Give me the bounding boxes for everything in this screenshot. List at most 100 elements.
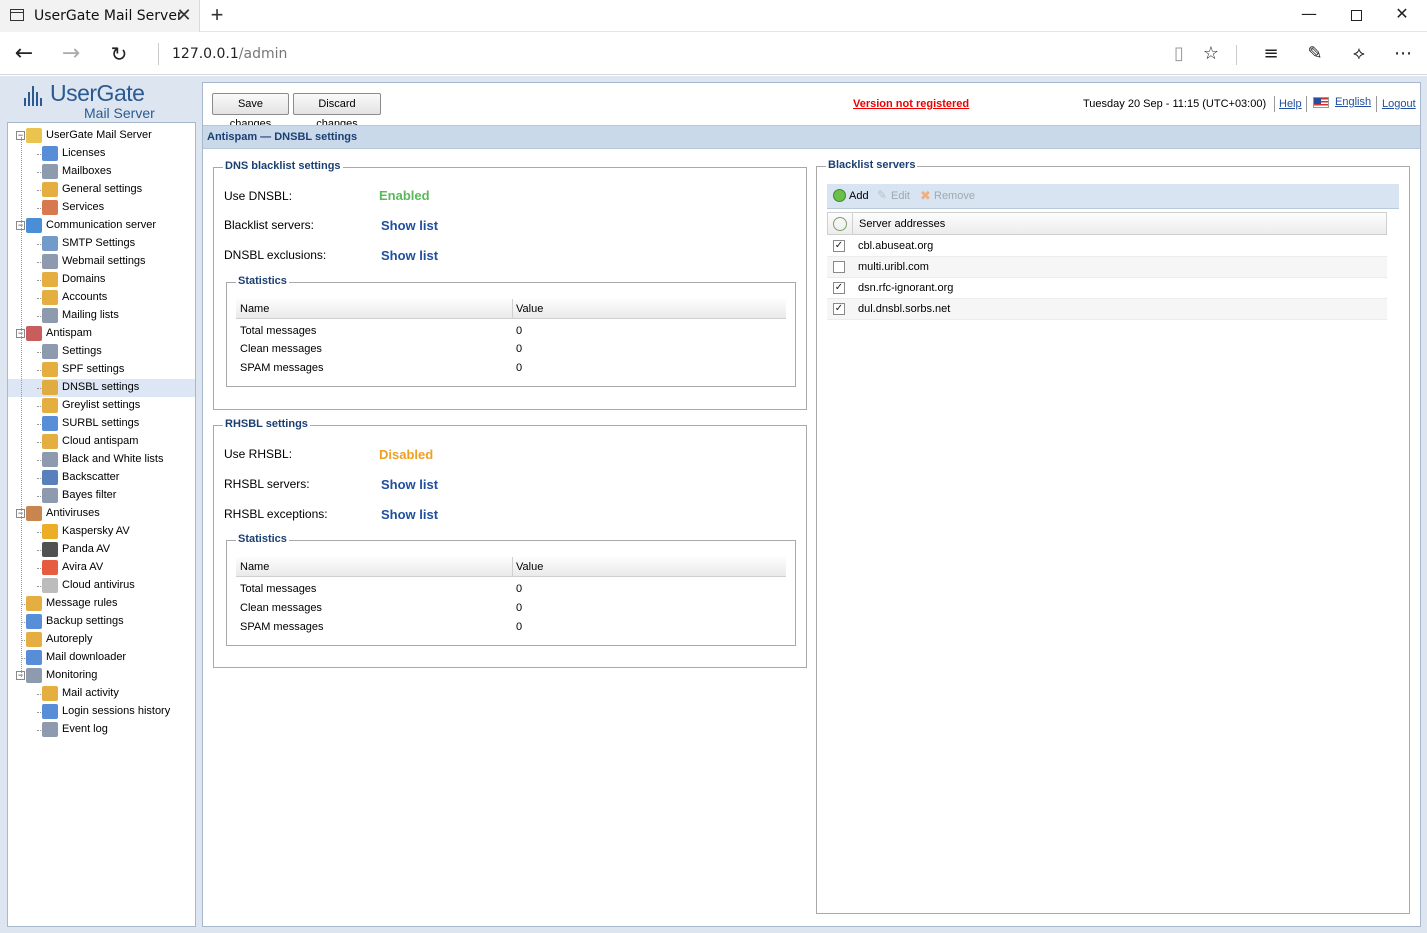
rhsbl-stat-name: Total messages <box>240 583 317 595</box>
sidebar-item[interactable]: Mailing lists <box>8 307 195 325</box>
sidebar-item[interactable]: SPF settings <box>8 361 195 379</box>
share-icon[interactable]: ⟡ <box>1346 42 1372 66</box>
row-checkbox[interactable]: ✓ <box>833 282 845 294</box>
sidebar-item[interactable]: SURBL settings <box>8 415 195 433</box>
sidebar-item[interactable]: Greylist settings <box>8 397 195 415</box>
cloud-antivirus-icon <box>42 578 58 593</box>
sidebar-item-label: Bayes filter <box>62 489 117 501</box>
use-dnsbl-value[interactable]: Enabled <box>379 188 430 203</box>
sidebar-item[interactable]: − Communication server <box>8 217 195 235</box>
save-changes-button[interactable]: Save changes <box>212 93 289 130</box>
sidebar-item-label: Services <box>62 201 105 213</box>
blacklist-row[interactable]: ✓ cbl.abuseat.org <box>827 236 1387 257</box>
sidebar-item[interactable]: Settings <box>8 343 195 361</box>
dns-stats-col-name: Name <box>240 303 270 315</box>
hub-icon[interactable]: ≡ <box>1258 42 1284 66</box>
rhsbl-servers-show-list-link[interactable]: Show list <box>381 477 438 492</box>
sidebar-item[interactable]: Cloud antispam <box>8 433 195 451</box>
main-panel: Save changes Discard changes Version not… <box>202 82 1421 927</box>
sidebar-item[interactable]: Kaspersky AV <box>8 523 195 541</box>
rhsbl-statistics-group: Statistics Name Value Total messages 0 C… <box>226 533 796 646</box>
sidebar-item[interactable]: SMTP Settings <box>8 235 195 253</box>
rhsbl-stats-col-value: Value <box>516 561 544 573</box>
select-all-check-icon[interactable] <box>833 217 847 231</box>
logout-link[interactable]: Logout <box>1382 98 1416 110</box>
sidebar-item[interactable]: Message rules <box>8 595 195 613</box>
sidebar-item[interactable]: Licenses <box>8 145 195 163</box>
sidebar-item[interactable]: Autoreply <box>8 631 195 649</box>
sidebar-item-label: Backscatter <box>62 471 120 483</box>
new-tab-icon[interactable]: + <box>206 2 228 28</box>
use-rhsbl-value[interactable]: Disabled <box>379 447 433 462</box>
browser-tab[interactable]: UserGate Mail Server ✕ <box>0 0 200 32</box>
sidebar-item-label: Panda AV <box>62 543 111 555</box>
sidebar-item[interactable]: Backscatter <box>8 469 195 487</box>
minimize-icon[interactable]: — <box>1286 4 1332 28</box>
dns-stat-value: 0 <box>516 343 523 355</box>
dns-stat-value: 0 <box>516 362 523 374</box>
sidebar-item[interactable]: Avira AV <box>8 559 195 577</box>
sidebar-item[interactable]: Accounts <box>8 289 195 307</box>
sidebar-item-label: Licenses <box>62 147 106 159</box>
sidebar-item[interactable]: − Antispam <box>8 325 195 343</box>
blacklist-row[interactable]: ✓ dul.dnsbl.sorbs.net <box>827 299 1387 320</box>
row-checkbox[interactable]: ✓ <box>833 303 845 315</box>
sidebar-item[interactable]: Black and White lists <box>8 451 195 469</box>
sidebar-item-label: SPF settings <box>62 363 125 375</box>
dnsbl-exclusions-show-list-link[interactable]: Show list <box>381 248 438 263</box>
close-tab-icon[interactable]: ✕ <box>176 5 192 26</box>
rhsbl-exceptions-show-list-link[interactable]: Show list <box>381 507 438 522</box>
sidebar-item[interactable]: Mail downloader <box>8 649 195 667</box>
language-link[interactable]: English <box>1335 96 1371 108</box>
sidebar-item[interactable]: General settings <box>8 181 195 199</box>
discard-changes-button[interactable]: Discard changes <box>293 93 381 130</box>
add-button[interactable]: Add <box>849 190 869 202</box>
blacklist-row[interactable]: multi.uribl.com <box>827 257 1387 278</box>
sidebar-item-label: Domains <box>62 273 106 285</box>
sidebar-item-label: DNSBL settings <box>62 381 140 393</box>
settings-icon <box>42 182 58 197</box>
add-icon[interactable] <box>833 189 846 202</box>
message-rules-icon <box>26 596 42 611</box>
sidebar-item[interactable]: Mailboxes <box>8 163 195 181</box>
url-field[interactable]: 127.0.0.1/admin <box>172 46 287 62</box>
back-arrow-icon[interactable]: ← <box>10 41 38 67</box>
sidebar-item[interactable]: Login sessions history <box>8 703 195 721</box>
sidebar-item[interactable]: Backup settings <box>8 613 195 631</box>
sidebar-item-label: Webmail settings <box>62 255 146 267</box>
sidebar-item[interactable]: Webmail settings <box>8 253 195 271</box>
help-link[interactable]: Help <box>1279 98 1302 110</box>
sidebar-item[interactable]: − Antiviruses <box>8 505 195 523</box>
sidebar-item-label: Cloud antivirus <box>62 579 135 591</box>
favorite-star-icon[interactable]: ☆ <box>1198 42 1224 66</box>
current-datetime: Tuesday 20 Sep - 11:15 (UTC+03:00) <box>1083 98 1267 110</box>
url-host: 127.0.0.1 <box>172 46 239 62</box>
page-icon <box>10 9 24 21</box>
sidebar-item[interactable]: Mail activity <box>8 685 195 703</box>
sidebar-item[interactable]: − Monitoring <box>8 667 195 685</box>
blacklist-row[interactable]: ✓ dsn.rfc-ignorant.org <box>827 278 1387 299</box>
row-checkbox[interactable]: ✓ <box>833 240 845 252</box>
maximize-icon[interactable] <box>1333 4 1379 28</box>
blacklist-servers-show-list-link[interactable]: Show list <box>381 218 438 233</box>
close-window-icon[interactable]: ✕ <box>1379 4 1425 28</box>
reading-view-icon[interactable]: ▯ <box>1166 42 1192 66</box>
separator <box>1376 96 1377 112</box>
more-icon[interactable]: ⋯ <box>1390 42 1416 66</box>
sidebar-item[interactable]: Services <box>8 199 195 217</box>
sidebar-item[interactable]: Domains <box>8 271 195 289</box>
sidebar-item[interactable]: Panda AV <box>8 541 195 559</box>
black-white-lists-icon <box>42 452 58 467</box>
row-checkbox[interactable] <box>833 261 845 273</box>
version-not-registered-link[interactable]: Version not registered <box>853 98 969 110</box>
sidebar-item[interactable]: Event log <box>8 721 195 739</box>
edit-button[interactable]: Edit <box>891 190 910 202</box>
sidebar-item[interactable]: Bayes filter <box>8 487 195 505</box>
sidebar-item[interactable]: − UserGate Mail Server <box>8 127 195 145</box>
remove-button[interactable]: Remove <box>934 190 975 202</box>
web-note-icon[interactable]: ✎ <box>1302 42 1328 66</box>
sidebar-item[interactable]: Cloud antivirus <box>8 577 195 595</box>
forward-arrow-icon[interactable]: → <box>57 41 85 67</box>
sidebar-item[interactable]: DNSBL settings <box>8 379 195 397</box>
refresh-icon[interactable]: ↻ <box>105 41 133 67</box>
